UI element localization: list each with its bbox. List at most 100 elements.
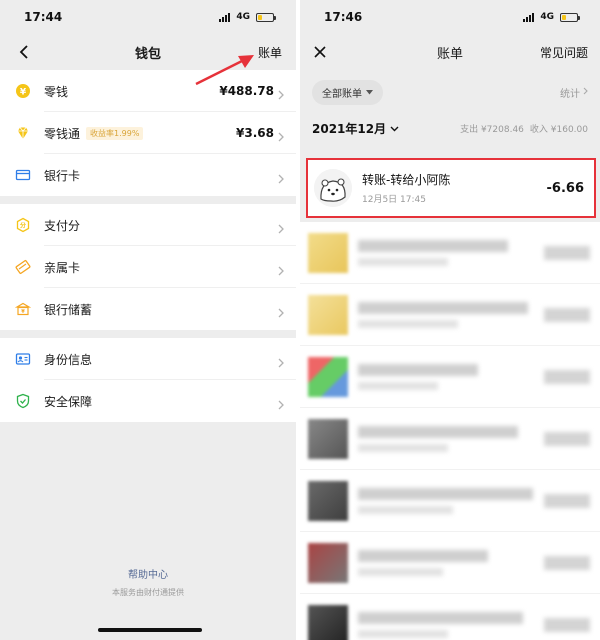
chevron-right-icon [583, 87, 588, 98]
back-icon[interactable] [12, 40, 36, 64]
list-item[interactable] [300, 594, 600, 640]
filter-chip-label: 全部账单 [322, 88, 362, 100]
provider-note: 本服务由财付通提供 [112, 588, 184, 597]
wallet-footer: 帮助中心 本服务由财付通提供 [0, 566, 296, 598]
chevron-right-icon [278, 261, 284, 280]
transaction-amount: -6.66 [546, 180, 584, 196]
shield-icon [14, 392, 32, 410]
avatar [308, 356, 348, 397]
status-time: 17:46 [324, 10, 363, 24]
wallet-row-bank-savings[interactable]: ¥ 银行储蓄 [0, 288, 296, 330]
filter-bar: 全部账单 统计 [300, 70, 600, 114]
avatar [308, 542, 348, 583]
row-label: 支付分 [44, 218, 81, 233]
row-label: 安全保障 [44, 394, 93, 409]
wallet-row-bank-card[interactable]: 银行卡 [0, 154, 296, 196]
bill-screen: 17:46 4G 账单 常见问题 全部账单 统计 2021年12月 支出 ¥72… [300, 0, 600, 640]
list-item[interactable] [300, 532, 600, 594]
wallet-group-services: 分 支付分 亲属卡 ¥ 银行储蓄 [0, 204, 296, 330]
month-label: 2021年12月 [312, 121, 387, 136]
avatar [308, 294, 348, 335]
list-item[interactable] [300, 222, 600, 284]
signal-icon [523, 12, 535, 22]
diamond-icon [14, 124, 32, 142]
wallet-row-pay-score[interactable]: 分 支付分 [0, 204, 296, 246]
avatar [308, 232, 348, 273]
expense-total: 支出 ¥7208.46 [460, 124, 524, 135]
income-total: 收入 ¥160.00 [529, 124, 588, 135]
svg-text:分: 分 [20, 222, 26, 230]
svg-text:¥: ¥ [21, 309, 25, 315]
home-indicator[interactable] [98, 628, 202, 632]
wallet-row-identity[interactable]: 身份信息 [0, 338, 296, 380]
row-label: 零钱通 [44, 126, 81, 141]
chevron-right-icon [278, 219, 284, 238]
status-time: 17:44 [24, 10, 63, 24]
chevron-right-icon [278, 395, 284, 414]
wallet-screen: 17:44 4G 钱包 账单 ¥ 零钱 ¥488.78 零钱通 收益率1.99%… [0, 0, 296, 640]
blurred-transaction-list [300, 222, 600, 640]
chevron-right-icon [278, 127, 284, 146]
month-bar: 2021年12月 支出 ¥7208.46 收入 ¥160.00 [300, 114, 600, 142]
battery-icon [256, 12, 276, 22]
wallet-nav-bar: 钱包 账单 [0, 34, 296, 70]
savings-icon: ¥ [14, 300, 32, 318]
id-card-icon [14, 350, 32, 368]
all-bills-filter[interactable]: 全部账单 [312, 79, 383, 105]
wallet-group-balance: ¥ 零钱 ¥488.78 零钱通 收益率1.99% ¥3.68 银行卡 [0, 70, 296, 196]
row-label: 亲属卡 [44, 260, 81, 275]
signal-icon [219, 12, 231, 22]
network-label: 4G [236, 12, 250, 22]
chevron-down-icon [390, 121, 399, 135]
svg-text:¥: ¥ [20, 88, 27, 98]
chevron-right-icon [278, 303, 284, 322]
caret-down-icon [366, 87, 373, 98]
wallet-row-security[interactable]: 安全保障 [0, 380, 296, 422]
credit-score-icon: 分 [14, 216, 32, 234]
avatar [308, 418, 348, 459]
network-label: 4G [540, 12, 554, 22]
wallet-title: 钱包 [134, 46, 161, 62]
close-icon[interactable] [308, 40, 332, 64]
wallet-group-security: 身份信息 安全保障 [0, 338, 296, 422]
month-selector[interactable]: 2021年12月 [312, 120, 399, 137]
list-item[interactable] [300, 284, 600, 346]
battery-icon [560, 12, 580, 22]
transaction-time: 12月5日 17:45 [362, 195, 426, 205]
status-icons: 4G [219, 12, 276, 22]
wallet-row-family-card[interactable]: 亲属卡 [0, 246, 296, 288]
avatar [314, 169, 352, 207]
avatar [308, 480, 348, 521]
avatar [308, 604, 348, 640]
wallet-row-change[interactable]: ¥ 零钱 ¥488.78 [0, 70, 296, 112]
bill-nav-bar: 账单 常见问题 [300, 34, 600, 70]
transaction-info: 转账-转给小阿陈 12月5日 17:45 [362, 171, 450, 205]
stats-link[interactable]: 统计 [560, 85, 588, 100]
list-item[interactable] [300, 346, 600, 408]
help-center-link[interactable]: 帮助中心 [0, 566, 296, 581]
bank-card-icon [14, 166, 32, 184]
chevron-right-icon [278, 85, 284, 104]
row-value: ¥488.78 [219, 84, 274, 98]
family-card-icon [14, 258, 32, 276]
bill-link[interactable]: 账单 [258, 44, 282, 61]
status-bar: 17:44 4G [0, 0, 296, 34]
screenshot-stage: 17:44 4G 钱包 账单 ¥ 零钱 ¥488.78 零钱通 收益率1.99%… [0, 0, 600, 640]
wallet-row-lingqiantong[interactable]: 零钱通 收益率1.99% ¥3.68 [0, 112, 296, 154]
row-label: 身份信息 [44, 352, 93, 367]
transaction-title: 转账-转给小阿陈 [362, 173, 451, 187]
list-item[interactable] [300, 408, 600, 470]
list-item[interactable] [300, 470, 600, 532]
coin-icon: ¥ [14, 82, 32, 100]
yield-badge: 收益率1.99% [86, 126, 144, 140]
month-totals: 支出 ¥7208.46 收入 ¥160.00 [460, 122, 588, 135]
chevron-right-icon [278, 353, 284, 372]
row-label: 银行卡 [44, 168, 81, 183]
bill-title: 账单 [436, 46, 463, 62]
status-icons: 4G [523, 12, 580, 22]
stats-link-label: 统计 [560, 88, 580, 100]
row-value: ¥3.68 [236, 126, 274, 140]
chevron-right-icon [278, 169, 284, 188]
faq-link[interactable]: 常见问题 [540, 44, 588, 61]
transaction-row-highlighted[interactable]: 转账-转给小阿陈 12月5日 17:45 -6.66 [306, 158, 596, 218]
